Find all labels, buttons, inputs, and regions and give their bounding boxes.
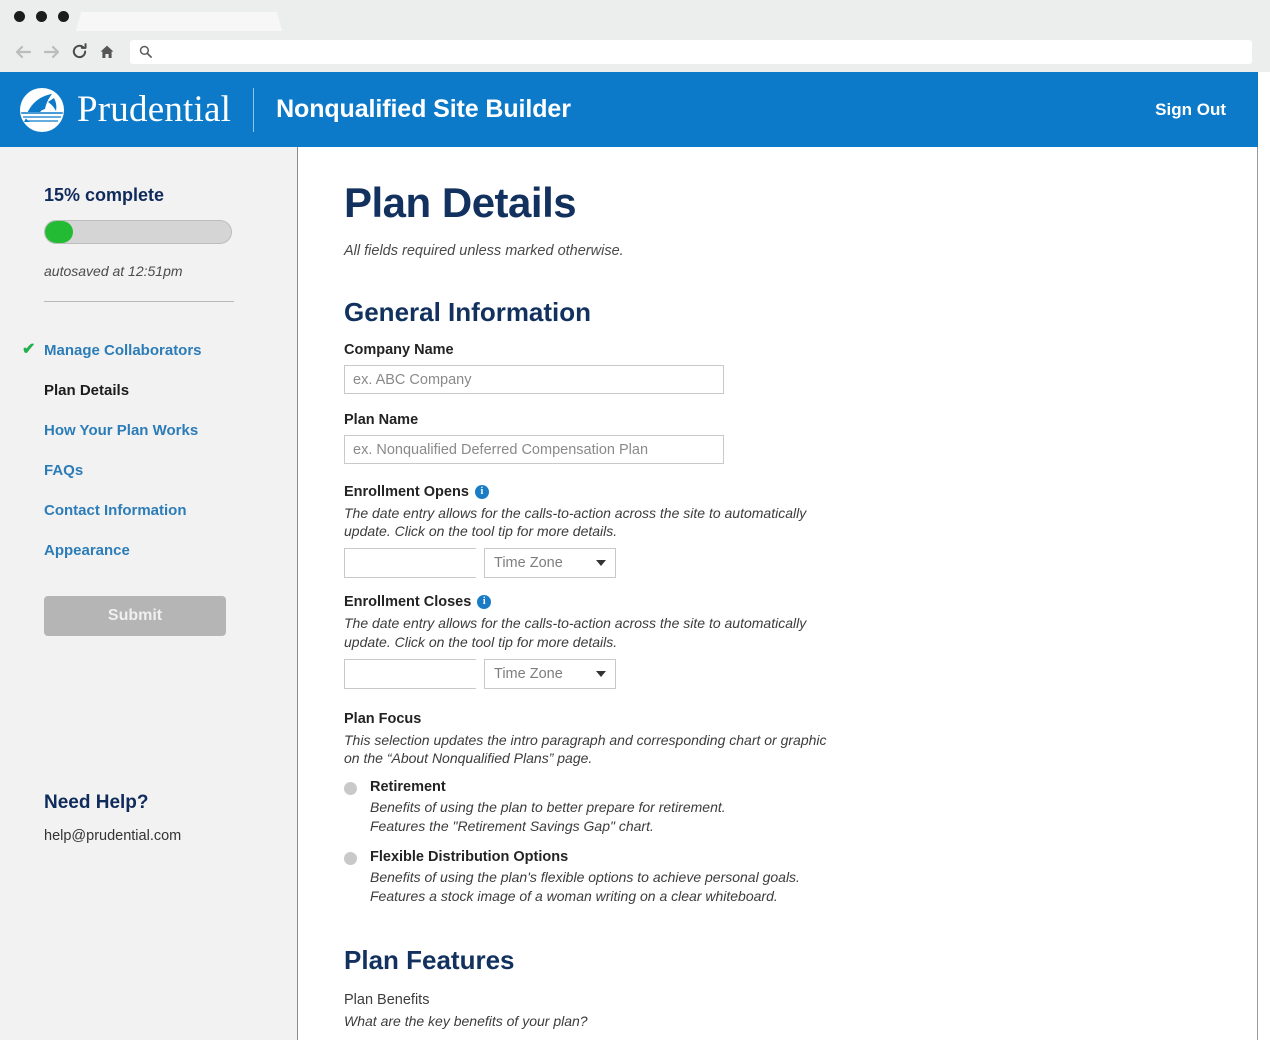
sidebar-divider (44, 301, 234, 302)
forward-arrow-icon[interactable] (38, 39, 64, 65)
enrollment-opens-label: Enrollment Opens i (344, 484, 1257, 500)
enrollment-opens-help: The date entry allows for the calls-to-a… (344, 505, 807, 540)
back-arrow-icon[interactable] (10, 39, 36, 65)
page-title: Plan Details (344, 179, 577, 226)
chevron-down-icon (596, 560, 606, 567)
enrollment-closes-date-wrap (344, 658, 557, 689)
enrollment-closes-controls: Time Zone (344, 658, 1257, 689)
chevron-down-icon (596, 670, 606, 677)
radio-description-line-2: Features the "Retirement Savings Gap" ch… (370, 817, 654, 834)
radio-label: Flexible Distribution Options (370, 849, 569, 866)
radio-button[interactable] (344, 782, 357, 796)
timezone-value: Time Zone (494, 665, 563, 682)
brand-name: Prudential (77, 89, 232, 130)
enrollment-opens-controls: Time Zone (344, 548, 1257, 579)
enrollment-closes-help: The date entry allows for the calls-to-a… (344, 615, 807, 650)
plan-name-label: Plan Name (344, 412, 419, 428)
window-maximize-dot[interactable] (58, 11, 69, 22)
info-icon[interactable]: i (474, 485, 489, 499)
radio-button[interactable] (344, 852, 357, 866)
page-subtitle: All fields required unless marked otherw… (344, 243, 624, 259)
radio-description-line-2: Features a stock image of a woman writin… (370, 887, 778, 904)
field-plan-benefits: Plan Benefits What are the key benefits … (344, 992, 1257, 1030)
submit-button[interactable]: Submit (44, 596, 226, 636)
sidebar-item-label: FAQs (44, 461, 84, 479)
sidebar-nav: ✔ Manage Collaborators Plan Details How … (22, 330, 297, 570)
need-help-title: Need Help? (44, 792, 149, 813)
plan-focus-radio-group: Retirement Benefits of using the plan to… (344, 779, 1257, 905)
need-help-block: Need Help? help@prudential.com (44, 792, 181, 844)
address-bar[interactable] (130, 39, 1252, 64)
sidebar: 15% complete autosaved at 12:51pm ✔ Mana… (0, 147, 298, 1040)
enrollment-closes-label: Enrollment Closes i (344, 594, 1257, 610)
sidebar-item-label: Appearance (44, 541, 130, 559)
enrollment-closes-label-text: Enrollment Closes (344, 594, 472, 611)
plan-name-input[interactable] (344, 435, 724, 464)
check-icon: ✔ (22, 341, 36, 358)
plan-benefits-help: What are the key benefits of your plan? (344, 1013, 588, 1029)
sign-out-button[interactable]: Sign Out (1155, 100, 1226, 120)
sidebar-item-label: How Your Plan Works (44, 421, 199, 439)
sidebar-item-label: Contact Information (44, 501, 187, 519)
progress-bar (44, 220, 232, 244)
reload-icon[interactable] (66, 39, 92, 65)
main-content: Plan Details All fields required unless … (299, 147, 1257, 1040)
plan-focus-option-flexible-distribution-options[interactable]: Flexible Distribution Options Benefits o… (344, 849, 1257, 905)
enrollment-opens-label-text: Enrollment Opens (344, 484, 469, 500)
timezone-value: Time Zone (494, 555, 563, 572)
window-controls[interactable] (14, 11, 69, 22)
progress-bar-fill (45, 221, 73, 243)
sidebar-item-plan-details[interactable]: Plan Details (44, 370, 297, 410)
radio-description-line-1: Benefits of using the plan to better pre… (370, 799, 726, 816)
sidebar-item-faqs[interactable]: FAQs (44, 450, 297, 490)
field-company-name: Company Name (344, 342, 1257, 394)
enrollment-opens-timezone-select[interactable]: Time Zone (484, 548, 616, 579)
field-enrollment-opens: Enrollment Opens i The date entry allows… (344, 484, 1257, 579)
radio-description-line-1: Benefits of using the plan's flexible op… (370, 869, 800, 886)
window-close-dot[interactable] (14, 11, 25, 22)
plan-focus-option-retirement[interactable]: Retirement Benefits of using the plan to… (344, 779, 1257, 835)
home-icon[interactable] (94, 39, 120, 65)
plan-focus-help: This selection updates the intro paragra… (344, 731, 827, 766)
enrollment-opens-date-wrap (344, 548, 557, 579)
company-name-label: Company Name (344, 342, 454, 358)
autosave-status: autosaved at 12:51pm (44, 263, 183, 279)
address-input[interactable] (159, 43, 1243, 60)
sidebar-item-how-your-plan-works[interactable]: How Your Plan Works (44, 410, 297, 450)
field-plan-name: Plan Name (344, 412, 1257, 464)
header-divider (253, 87, 255, 132)
brand[interactable]: Prudential (0, 86, 231, 134)
field-enrollment-closes: Enrollment Closes i The date entry allow… (344, 594, 1257, 689)
sidebar-item-label: Plan Details (44, 381, 130, 399)
sidebar-item-label: Manage Collaborators (44, 341, 202, 359)
radio-label: Retirement (370, 779, 446, 796)
app-header: Prudential Nonqualified Site Builder Sig… (0, 72, 1258, 147)
company-name-input[interactable] (344, 365, 724, 394)
info-icon[interactable]: i (477, 595, 492, 610)
app-title: Nonqualified Site Builder (276, 95, 571, 123)
sidebar-item-manage-collaborators[interactable]: ✔ Manage Collaborators (22, 330, 297, 370)
prudential-rock-logo-icon (18, 86, 66, 134)
section-title-general-information: General Information (344, 297, 592, 327)
enrollment-closes-timezone-select[interactable]: Time Zone (484, 658, 616, 689)
section-title-plan-features: Plan Features (344, 945, 515, 975)
search-icon (139, 45, 152, 58)
help-email-link[interactable]: help@prudential.com (44, 828, 181, 844)
browser-toolbar (0, 31, 1270, 72)
window-minimize-dot[interactable] (36, 11, 47, 22)
plan-benefits-label: Plan Benefits (344, 992, 430, 1008)
browser-tabstrip (0, 0, 1270, 34)
field-plan-focus: Plan Focus This selection updates the in… (344, 711, 1257, 905)
progress-label: 15% complete (44, 185, 165, 205)
app-shell: 15% complete autosaved at 12:51pm ✔ Mana… (0, 147, 1258, 1040)
sidebar-item-contact-information[interactable]: Contact Information (44, 490, 297, 530)
browser-chrome (0, 0, 1270, 72)
sidebar-item-appearance[interactable]: Appearance (44, 530, 297, 570)
plan-focus-label: Plan Focus (344, 710, 422, 727)
